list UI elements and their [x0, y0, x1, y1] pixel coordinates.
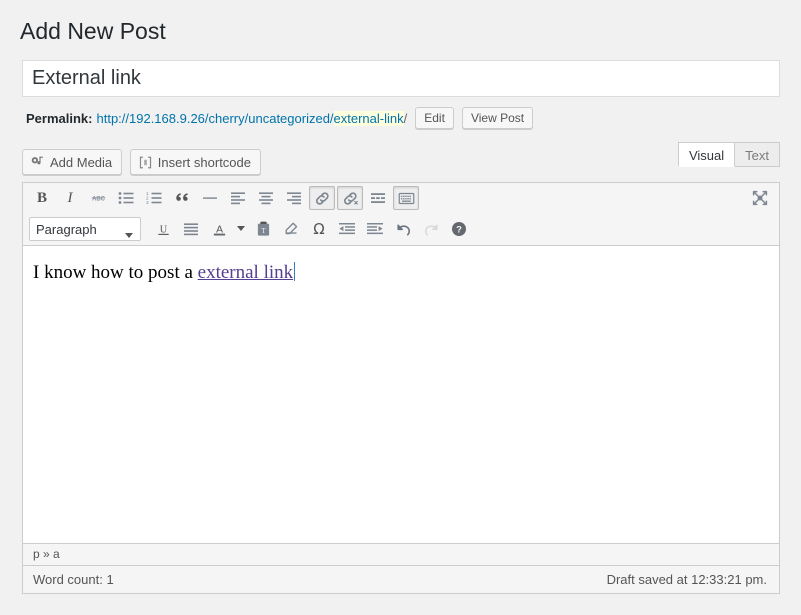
read-more-button[interactable]	[365, 186, 391, 210]
format-select[interactable]: Paragraph	[29, 217, 141, 241]
draft-saved-message: Draft saved at 12:33:21 pm.	[607, 566, 767, 593]
editor-status-bar: Word count: 1 Draft saved at 12:33:21 pm…	[22, 566, 780, 594]
bulleted-list-button[interactable]	[113, 186, 139, 210]
editor-media-row: Add Media Insert shortcode Visual Text	[22, 142, 780, 182]
svg-text:?: ?	[456, 225, 462, 236]
bold-button[interactable]: B	[29, 186, 55, 210]
redo-button[interactable]	[418, 217, 444, 241]
svg-text:U: U	[159, 224, 167, 235]
content-text-before: I know how to post a	[33, 262, 198, 283]
insert-link-button[interactable]	[309, 186, 335, 210]
align-right-button[interactable]	[281, 186, 307, 210]
word-count: Word count: 1	[33, 566, 114, 593]
horizontal-line-button[interactable]	[197, 186, 223, 210]
insert-shortcode-button[interactable]: Insert shortcode	[130, 149, 261, 175]
text-color-button[interactable]: A	[206, 217, 232, 241]
underline-button[interactable]: U	[150, 217, 176, 241]
post-editor: Add Media Insert shortcode Visual Text B…	[22, 142, 780, 594]
align-left-button[interactable]	[225, 186, 251, 210]
remove-link-button[interactable]	[337, 186, 363, 210]
clear-formatting-button[interactable]	[278, 217, 304, 241]
special-character-button[interactable]: Ω	[306, 217, 332, 241]
tab-text[interactable]: Text	[734, 142, 780, 167]
svg-text:3: 3	[146, 200, 149, 205]
permalink-slug[interactable]: external-link	[334, 111, 404, 126]
numbered-list-button[interactable]: 123	[141, 186, 167, 210]
keyboard-shortcuts-button[interactable]: ?	[446, 217, 472, 241]
decrease-indent-button[interactable]	[334, 217, 360, 241]
undo-button[interactable]	[390, 217, 416, 241]
toolbar-row-2: Paragraph U A T	[23, 213, 779, 245]
add-media-icon	[30, 155, 45, 170]
permalink-label: Permalink:	[26, 111, 92, 126]
chevron-down-icon	[125, 227, 133, 242]
blockquote-button[interactable]	[169, 186, 195, 210]
edit-permalink-button[interactable]: Edit	[415, 107, 454, 129]
view-post-button[interactable]: View Post	[462, 107, 533, 129]
text-color-dropdown-arrow[interactable]	[234, 217, 248, 241]
page-title: Add New Post	[20, 17, 166, 46]
editor-mode-tabs: Visual Text	[679, 142, 780, 167]
distraction-free-writing-icon[interactable]	[747, 186, 773, 210]
format-select-value: Paragraph	[36, 222, 97, 237]
post-title-input[interactable]	[23, 61, 779, 96]
external-link-anchor[interactable]: external link	[198, 262, 294, 283]
svg-text:T: T	[261, 227, 266, 235]
text-cursor	[294, 262, 295, 281]
paste-as-text-button[interactable]: T	[250, 217, 276, 241]
italic-button[interactable]: I	[57, 186, 83, 210]
add-media-button[interactable]: Add Media	[22, 149, 122, 175]
element-path-text: p » a	[33, 547, 60, 561]
element-path-bar: p » a	[22, 544, 780, 566]
post-title-field-wrapper	[22, 60, 780, 97]
toggle-toolbar-button[interactable]	[393, 186, 419, 210]
shortcode-icon	[138, 155, 153, 170]
insert-shortcode-label: Insert shortcode	[158, 155, 251, 170]
align-center-button[interactable]	[253, 186, 279, 210]
editor-paragraph: I know how to post a external link	[33, 260, 769, 286]
add-media-label: Add Media	[50, 155, 112, 170]
editor-toolbar: B I ABC 123	[22, 182, 780, 246]
tab-visual[interactable]: Visual	[678, 142, 735, 167]
toolbar-row-1: B I ABC 123	[23, 183, 779, 213]
justify-button[interactable]	[178, 217, 204, 241]
editor-content-area[interactable]: I know how to post a external link	[22, 246, 780, 544]
permalink-row: Permalink: http://192.168.9.26/cherry/un…	[26, 106, 533, 130]
strikethrough-button[interactable]: ABC	[85, 186, 111, 210]
permalink-trailing-slash: /	[404, 111, 408, 126]
permalink-base-url[interactable]: http://192.168.9.26/cherry/uncategorized…	[96, 111, 333, 126]
increase-indent-button[interactable]	[362, 217, 388, 241]
